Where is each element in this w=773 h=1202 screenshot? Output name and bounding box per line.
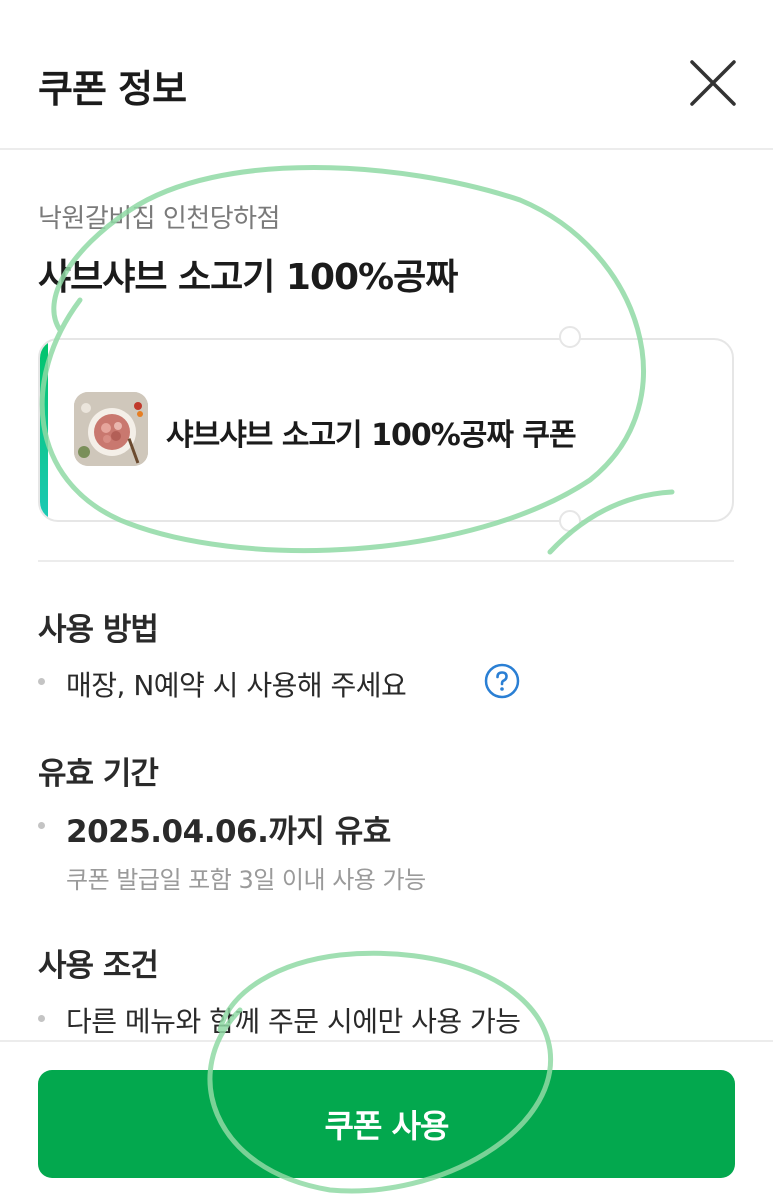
coupon-notch-top [559, 326, 581, 348]
close-icon[interactable] [684, 54, 742, 112]
bullet-dot [38, 822, 45, 829]
conditions-section-title: 사용 조건 [38, 948, 159, 984]
close-button[interactable] [684, 54, 742, 112]
bullet-dot [38, 1015, 45, 1022]
store-name: 낙원갈비집 인천당하점 [38, 204, 280, 234]
validity-date: 2025.04.06.까지 유효 [66, 814, 391, 850]
page-title: 쿠폰 정보 [38, 67, 187, 111]
coupon-card-accent [40, 340, 48, 520]
help-button[interactable] [484, 663, 520, 699]
validity-section-title: 유효 기간 [38, 756, 159, 792]
coupon-info-page: 쿠폰 정보 낙원갈비집 인천당하점 샤브샤브 소고기 100%공짜 샤브샤브 소… [0, 0, 773, 1202]
validity-note: 쿠폰 발급일 포함 3일 이내 사용 가능 [66, 866, 426, 894]
coupon-notch-bottom [559, 510, 581, 532]
coupon-thumbnail [74, 392, 148, 466]
coupon-card-name: 샤브샤브 소고기 100%공짜 쿠폰 [166, 418, 577, 453]
bullet-dot [38, 678, 45, 685]
usage-text: 매장, N예약 시 사용해 주세요 [66, 669, 407, 702]
divider [38, 560, 734, 562]
question-circle-icon[interactable] [484, 663, 520, 699]
usage-section-title: 사용 방법 [38, 612, 159, 648]
coupon-title: 샤브샤브 소고기 100%공짜 [38, 257, 458, 298]
conditions-text: 다른 메뉴와 함께 주문 시에만 사용 가능 [66, 1005, 521, 1038]
use-coupon-button[interactable]: 쿠폰 사용 [38, 1070, 735, 1178]
header: 쿠폰 정보 [0, 0, 773, 150]
food-plate-image [74, 392, 148, 466]
